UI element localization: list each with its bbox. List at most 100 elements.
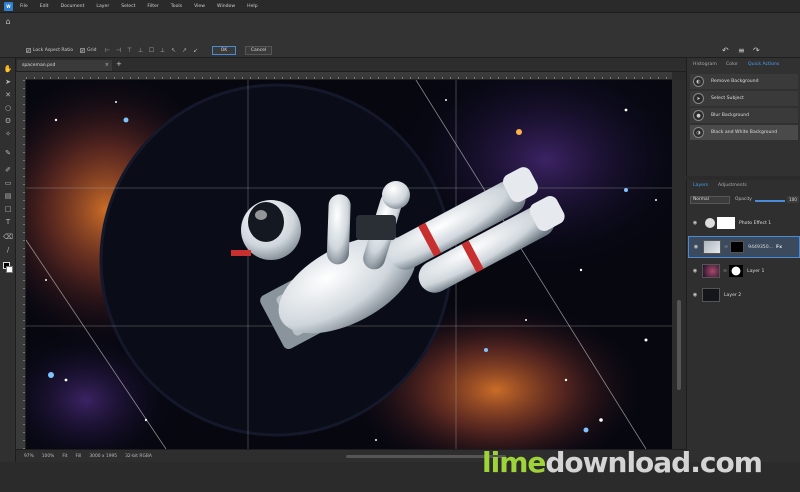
align-top-icon[interactable]: ⊥: [137, 47, 144, 54]
tab-quick-actions[interactable]: Quick Actions: [748, 62, 779, 67]
adjustment-layer-icon: [705, 218, 715, 228]
tab-adjustments[interactable]: Adjustments: [718, 183, 747, 188]
layer-row[interactable]: ◉ Photo Effect 1: [688, 212, 800, 234]
new-tab-icon[interactable]: +: [116, 60, 122, 68]
fill-button[interactable]: Fill: [75, 454, 81, 459]
vertical-scrollbar-thumb[interactable]: [677, 300, 681, 390]
gradient-tool-icon[interactable]: ▤: [3, 191, 13, 201]
close-icon[interactable]: ×: [105, 62, 109, 68]
align-center-h-icon[interactable]: ⊣: [115, 47, 122, 54]
lock-aspect-checkbox[interactable]: ✓ Lock Aspect Ratio: [26, 48, 73, 53]
ruler-corner: [16, 72, 26, 80]
eye-icon[interactable]: ◉: [692, 244, 700, 250]
menu-document[interactable]: Document: [61, 4, 85, 9]
opacity-slider[interactable]: [755, 200, 785, 202]
clone-tool-icon[interactable]: ▭: [3, 178, 13, 188]
opacity-label: Opacity: [735, 197, 752, 202]
menu-view[interactable]: View: [194, 4, 205, 9]
link-icon[interactable]: ∞: [724, 244, 728, 250]
layers-panel: Layers Adjustments Normal Opacity 100 ◉ …: [686, 180, 800, 462]
transform-tool-icon[interactable]: ✕: [3, 90, 13, 100]
move-tool-icon[interactable]: ➤: [3, 77, 13, 87]
fx-badge[interactable]: Fx: [776, 245, 782, 250]
document-tab-title: spaceman.psd: [22, 63, 56, 68]
history-list-icon[interactable]: ≡: [738, 46, 745, 55]
pen-tool-icon[interactable]: ∕: [3, 245, 13, 255]
menu-help[interactable]: Help: [247, 4, 257, 9]
transform-arrow-nw-icon[interactable]: ↖: [170, 47, 177, 54]
layer-name: Layer 2: [724, 292, 742, 298]
grid-checkbox[interactable]: ✓ Grid: [80, 48, 96, 53]
hand-tool-icon[interactable]: ✋: [3, 64, 13, 74]
cancel-button[interactable]: Cancel: [245, 46, 272, 55]
checkbox-checked-icon: ✓: [80, 48, 85, 53]
menu-file[interactable]: File: [20, 4, 28, 9]
layer-name: 9449350...: [748, 244, 774, 250]
history-header: ↶ ≡ ↷: [686, 13, 800, 58]
layer-row[interactable]: ◉ ∞ 9449350... Fx: [688, 236, 800, 258]
ellipse-select-icon[interactable]: ○: [3, 103, 13, 113]
undo-icon[interactable]: ↶: [722, 46, 729, 55]
align-left-icon[interactable]: ⊢: [104, 47, 111, 54]
lasso-tool-icon[interactable]: ʘ: [3, 116, 13, 126]
spaceman-artwork: [26, 80, 672, 449]
quick-action-select-subject[interactable]: ➤ Select Subject: [690, 91, 798, 106]
layer-row[interactable]: ◉ Layer 2: [688, 284, 800, 306]
eye-icon[interactable]: ◉: [691, 292, 699, 298]
app-window: W File Edit Document Layer Select Filter…: [0, 0, 800, 492]
link-icon[interactable]: ∞: [723, 268, 727, 274]
quick-action-label: Select Subject: [711, 96, 744, 101]
transform-arrow-sw-icon[interactable]: ↙: [192, 47, 199, 54]
checkbox-checked-icon: ✓: [26, 48, 31, 53]
image-canvas[interactable]: [26, 80, 672, 449]
brush-tool-icon[interactable]: ✐: [3, 165, 13, 175]
align-right-icon[interactable]: ⊤: [126, 47, 133, 54]
bw-background-icon: ◑: [693, 127, 704, 138]
menu-edit[interactable]: Edit: [40, 4, 49, 9]
zoom-100-button[interactable]: 100%: [42, 454, 55, 459]
quick-action-bw-background[interactable]: ◑ Black and White Background: [690, 125, 798, 140]
layer-row[interactable]: ◉ ∞ Layer 1: [688, 260, 800, 282]
blend-mode-select[interactable]: Normal: [690, 196, 730, 204]
eraser-tool-icon[interactable]: ⌫: [3, 232, 13, 242]
align-center-v-icon[interactable]: ☐: [148, 47, 155, 54]
tab-color[interactable]: Color: [726, 62, 738, 67]
ok-button[interactable]: OK: [212, 46, 236, 55]
document-tab[interactable]: spaceman.psd ×: [17, 60, 112, 71]
menu-bar: W File Edit Document Layer Select Filter…: [0, 0, 800, 13]
background-color-swatch[interactable]: [6, 266, 13, 273]
eyedropper-icon[interactable]: ✎: [3, 148, 13, 158]
layer-mask-thumbnail: [730, 241, 745, 253]
eye-icon[interactable]: ◉: [691, 268, 699, 274]
tool-bar: ✋ ➤ ✕ ○ ʘ ✧ ✎ ✐ ▭ ▤ □ T ⌫ ∕: [0, 58, 16, 462]
magic-wand-icon[interactable]: ✧: [3, 129, 13, 139]
opacity-value[interactable]: 100: [787, 196, 799, 203]
menu-filter[interactable]: Filter: [147, 4, 158, 9]
color-mode: 32-bit RGBA: [125, 453, 152, 459]
redo-icon[interactable]: ↷: [753, 46, 760, 55]
shape-tool-icon[interactable]: □: [3, 204, 13, 214]
home-icon[interactable]: ⌂: [3, 17, 13, 27]
menu-tools[interactable]: Tools: [171, 4, 182, 9]
vertical-scrollbar[interactable]: [672, 80, 686, 449]
transform-arrow-ne-icon[interactable]: ↗: [181, 47, 188, 54]
tab-layers[interactable]: Layers: [693, 183, 708, 188]
menu-select[interactable]: Select: [121, 4, 135, 9]
options-bar: ⌂ ✓ Lock Aspect Ratio ✓ Grid ⊢ ⊣ ⊤ ⊥ ☐ ⊥…: [0, 13, 686, 58]
quick-action-blur-background[interactable]: ● Blur Background: [690, 108, 798, 123]
watermark-part-a: lime: [482, 446, 546, 479]
quick-action-label: Remove Background: [711, 79, 759, 84]
eye-icon[interactable]: ◉: [691, 220, 699, 226]
watermark-part-b: download.com: [545, 446, 762, 479]
zoom-level[interactable]: 97%: [24, 454, 34, 459]
quick-action-remove-background[interactable]: ◐ Remove Background: [690, 74, 798, 89]
menu-layer[interactable]: Layer: [96, 4, 109, 9]
text-tool-icon[interactable]: T: [3, 217, 13, 227]
tab-histogram[interactable]: Histogram: [693, 62, 717, 67]
fit-button[interactable]: Fit: [62, 454, 67, 459]
horizontal-ruler: [26, 72, 672, 80]
lock-aspect-label: Lock Aspect Ratio: [33, 48, 73, 53]
remove-background-icon: ◐: [693, 76, 704, 87]
menu-window[interactable]: Window: [217, 4, 235, 9]
align-bottom-icon[interactable]: ⊥: [159, 47, 166, 54]
